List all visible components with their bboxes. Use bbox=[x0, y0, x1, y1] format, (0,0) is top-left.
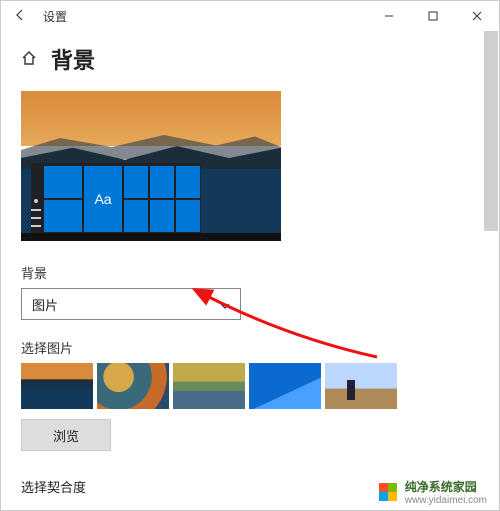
minimize-button[interactable] bbox=[367, 1, 411, 31]
vertical-scrollbar[interactable] bbox=[484, 31, 498, 509]
scrollbar-thumb[interactable] bbox=[484, 31, 498, 231]
close-button[interactable] bbox=[455, 1, 499, 31]
back-button[interactable] bbox=[13, 8, 27, 25]
watermark: 纯净系统家园 www.yidaimei.com bbox=[379, 478, 487, 506]
picture-thumb[interactable] bbox=[249, 363, 321, 409]
chevron-down-icon bbox=[220, 297, 230, 312]
preview-sample-text-tile: Aa bbox=[84, 166, 122, 232]
home-icon[interactable] bbox=[21, 50, 37, 69]
fit-label: 选择契合度 bbox=[21, 477, 86, 496]
settings-window: 设置 背景 Aa bbox=[0, 0, 500, 511]
windows-logo-icon bbox=[379, 483, 397, 501]
maximize-button[interactable] bbox=[411, 1, 455, 31]
desktop-preview: Aa bbox=[21, 91, 281, 241]
background-type-dropdown[interactable]: 图片 bbox=[21, 288, 241, 320]
preview-start-menu: Aa bbox=[31, 163, 201, 233]
watermark-brand: 纯净系统家园 bbox=[405, 478, 487, 495]
watermark-url: www.yidaimei.com bbox=[405, 495, 487, 506]
picture-thumbnails bbox=[21, 363, 479, 409]
picture-thumb[interactable] bbox=[97, 363, 169, 409]
picture-thumb[interactable] bbox=[325, 363, 397, 409]
background-label: 背景 bbox=[21, 263, 479, 282]
dropdown-value: 图片 bbox=[32, 295, 58, 314]
app-title: 设置 bbox=[43, 8, 67, 25]
picture-thumb[interactable] bbox=[21, 363, 93, 409]
title-bar: 设置 bbox=[1, 1, 499, 31]
page-header: 背景 bbox=[21, 43, 479, 75]
browse-button[interactable]: 浏览 bbox=[21, 419, 111, 451]
picture-thumb[interactable] bbox=[173, 363, 245, 409]
choose-picture-label: 选择图片 bbox=[21, 338, 479, 357]
page-title: 背景 bbox=[51, 43, 95, 75]
